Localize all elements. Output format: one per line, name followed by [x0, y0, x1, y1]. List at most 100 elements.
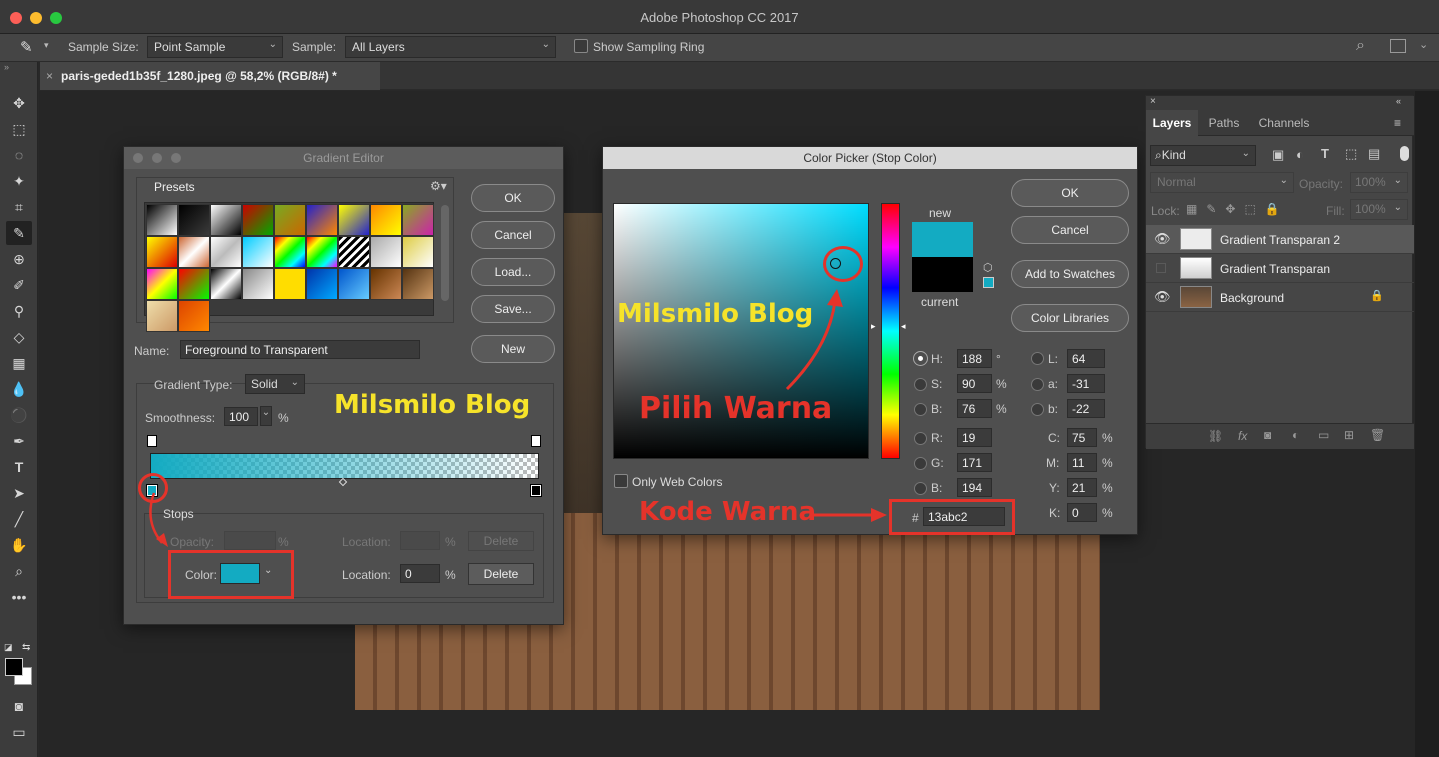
gradient-preset-swatch[interactable] [178, 300, 210, 332]
visibility-toggle[interactable] [1156, 263, 1166, 273]
current-color-swatch[interactable] [912, 257, 973, 292]
magic-wand-tool-icon[interactable]: ✦ [6, 169, 32, 193]
web-safe-swatch[interactable] [983, 277, 994, 288]
gradient-preset-swatch[interactable] [402, 268, 434, 300]
collapse-icon[interactable]: » [4, 62, 9, 72]
show-sampling-ring-checkbox[interactable] [574, 39, 588, 53]
layer-row[interactable]: 👁 Gradient Transparan 2 [1146, 225, 1414, 254]
mask-icon[interactable]: ◙ [1264, 428, 1271, 442]
opacity-input[interactable]: 100% ⌄ [1350, 172, 1408, 193]
gradient-preset-swatch[interactable] [242, 236, 274, 268]
green-input[interactable]: 171 [957, 453, 992, 472]
gradient-preset-swatch[interactable] [210, 236, 242, 268]
quick-mask-icon[interactable]: ◙ [6, 694, 32, 718]
close-dialog-button[interactable] [133, 153, 143, 163]
new-button[interactable]: New [471, 335, 555, 363]
hue-slider-handle-left[interactable]: ▸ [871, 321, 876, 332]
line-tool-icon[interactable]: ╱ [6, 507, 32, 531]
add-to-swatches-button[interactable]: Add to Swatches [1011, 260, 1129, 288]
document-tab[interactable]: × paris-geded1b35f_1280.jpeg @ 58,2% (RGB… [40, 62, 380, 90]
gradient-preset-swatch[interactable] [306, 268, 338, 300]
opacity-stop-left[interactable] [147, 435, 157, 447]
cyan-input[interactable]: 75 [1067, 428, 1097, 447]
black-input[interactable]: 0 [1067, 503, 1097, 522]
gradient-preset-swatch[interactable] [370, 236, 402, 268]
gradient-preset-swatch[interactable] [146, 236, 178, 268]
b-channel-input[interactable]: -22 [1067, 399, 1105, 418]
cancel-button[interactable]: Cancel [1011, 216, 1129, 244]
b-channel-radio[interactable] [1031, 403, 1044, 416]
pen-tool-icon[interactable]: ✒ [6, 429, 32, 453]
blur-tool-icon[interactable]: 💧 [6, 377, 32, 401]
screen-mode-icon[interactable]: ▭ [6, 720, 32, 744]
gradient-preset-swatch[interactable] [210, 204, 242, 236]
tab-layers[interactable]: Layers [1146, 110, 1198, 137]
zoom-tool-icon[interactable]: ⌕ [6, 559, 32, 583]
gradient-preset-swatch[interactable] [178, 268, 210, 300]
gradient-preset-swatch[interactable] [146, 268, 178, 300]
dodge-tool-icon[interactable]: ⚫ [6, 403, 32, 427]
layer-row[interactable]: 👁 Background 🔒 [1146, 283, 1414, 312]
opacity-location-input[interactable] [400, 531, 440, 550]
gradient-name-input[interactable]: Foreground to Transparent [180, 340, 420, 359]
new-layer-icon[interactable]: ⊞ [1344, 428, 1354, 442]
hand-tool-icon[interactable]: ✋ [6, 533, 32, 557]
load-button[interactable]: Load... [471, 258, 555, 286]
image-filter-icon[interactable]: ▣ [1272, 147, 1284, 163]
filter-toggle[interactable] [1400, 146, 1409, 161]
type-tool-icon[interactable]: T [6, 455, 32, 479]
hue-slider[interactable] [881, 203, 900, 459]
clone-stamp-tool-icon[interactable]: ⚲ [6, 299, 32, 323]
cancel-button[interactable]: Cancel [471, 221, 555, 249]
hue-slider-handle-right[interactable]: ◂ [901, 321, 906, 332]
gradient-preset-swatch[interactable] [338, 204, 370, 236]
brightness-radio[interactable] [914, 403, 927, 416]
presets-scrollbar[interactable] [441, 205, 449, 301]
color-stop-right[interactable] [531, 485, 541, 496]
brush-tool-icon[interactable]: ✐ [6, 273, 32, 297]
lightness-radio[interactable] [1031, 352, 1044, 365]
more-tools-icon[interactable]: ••• [6, 585, 32, 609]
a-channel-radio[interactable] [1031, 378, 1044, 391]
chevron-down-icon[interactable]: ⌄ [1419, 38, 1428, 51]
save-button[interactable]: Save... [471, 295, 555, 323]
shape-filter-icon[interactable]: ⬚ [1345, 146, 1357, 162]
delete-opacity-stop-button[interactable]: Delete [468, 531, 534, 551]
gradient-preset-swatch[interactable] [370, 204, 402, 236]
path-selection-tool-icon[interactable]: ➤ [6, 481, 32, 505]
gradient-tool-icon[interactable]: ▦ [6, 351, 32, 375]
close-panel-icon[interactable]: × [1150, 96, 1156, 107]
red-input[interactable]: 19 [957, 428, 992, 447]
foreground-color-swatch[interactable] [5, 658, 23, 676]
a-channel-input[interactable]: -31 [1067, 374, 1105, 393]
hue-radio[interactable] [914, 352, 927, 365]
opacity-stop-right[interactable] [531, 435, 541, 447]
gradient-preset-swatch[interactable] [338, 268, 370, 300]
panel-menu-icon[interactable]: ≡ [1394, 116, 1401, 130]
ok-button[interactable]: OK [471, 184, 555, 212]
gradient-preset-swatch[interactable] [274, 204, 306, 236]
eraser-tool-icon[interactable]: ◇ [6, 325, 32, 349]
gradient-preset-swatch[interactable] [338, 236, 370, 268]
gradient-preset-swatch[interactable] [210, 268, 242, 300]
chevron-down-icon[interactable]: ⌄ [260, 406, 272, 426]
move-tool-icon[interactable]: ✥ [6, 91, 32, 115]
magenta-input[interactable]: 11 [1067, 453, 1097, 472]
gradient-preset-swatch[interactable] [306, 204, 338, 236]
fx-icon[interactable]: fx [1238, 429, 1247, 443]
default-colors-icon[interactable]: ◪ [4, 642, 13, 653]
adjustment-icon[interactable]: ◐ [1292, 428, 1299, 442]
blend-mode-select[interactable]: Normal ⌄ [1150, 172, 1294, 193]
eyedropper-tool-icon[interactable]: ✎ [20, 38, 33, 56]
only-web-colors-checkbox[interactable] [614, 474, 628, 488]
sample-size-select[interactable]: Point Sample ⌄ [147, 36, 283, 58]
blue-radio[interactable] [914, 482, 927, 495]
gradient-preset-swatch[interactable] [274, 236, 306, 268]
ok-button[interactable]: OK [1011, 179, 1129, 207]
trash-icon[interactable]: 🗑 [1370, 428, 1385, 442]
search-icon[interactable]: ⌕ [1356, 37, 1365, 55]
green-radio[interactable] [914, 457, 927, 470]
gradient-preset-swatch[interactable] [402, 204, 434, 236]
folder-icon[interactable]: ▭ [1318, 428, 1329, 442]
blue-input[interactable]: 194 [957, 478, 992, 497]
